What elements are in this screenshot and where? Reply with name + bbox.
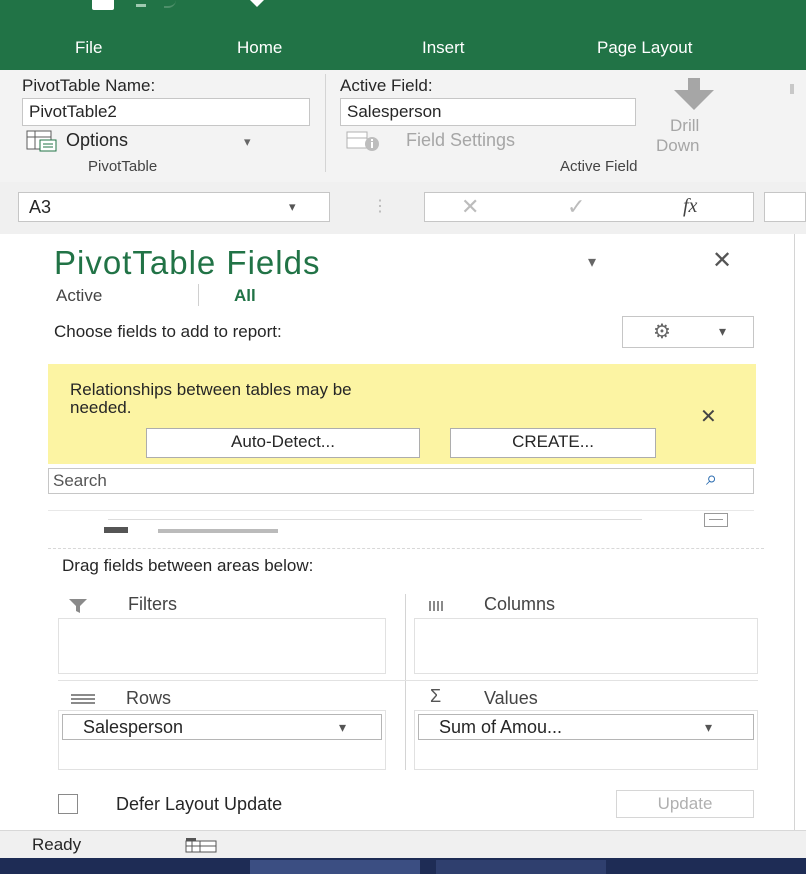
values-field-label: Sum of Amou... xyxy=(439,717,563,737)
formula-bar-grip: ⋮ xyxy=(372,198,388,215)
close-notice-icon[interactable]: ✕ xyxy=(700,404,717,429)
table-icon xyxy=(104,527,128,533)
tab-active[interactable]: Active xyxy=(56,286,102,306)
formula-input[interactable] xyxy=(764,192,806,222)
chevron-down-icon[interactable]: ▾ xyxy=(339,716,346,738)
pane-border xyxy=(794,234,795,830)
gear-icon: ⚙ xyxy=(653,321,671,343)
drill-down-line1[interactable]: Drill xyxy=(670,116,699,136)
columns-icon xyxy=(428,598,450,614)
macro-record-icon[interactable] xyxy=(184,837,220,853)
relationship-message-line1: Relationships between tables may be xyxy=(70,380,352,399)
taskbar-app[interactable] xyxy=(436,860,606,874)
field-settings-button[interactable]: Field Settings xyxy=(406,130,515,151)
pivottable-group-name: PivotTable xyxy=(88,158,158,175)
name-box[interactable]: A3 ▾ xyxy=(18,192,330,222)
filters-drop-area[interactable] xyxy=(58,618,386,674)
field-settings-icon xyxy=(344,130,382,152)
rows-icon xyxy=(70,692,96,706)
group-divider xyxy=(325,74,326,172)
areas-row-divider xyxy=(58,680,758,681)
close-pane-icon[interactable]: ✕ xyxy=(712,246,732,275)
drill-down-arrow-icon xyxy=(666,76,722,112)
taskbar-app[interactable] xyxy=(250,860,420,874)
chevron-down-icon[interactable]: ▾ xyxy=(705,716,712,738)
rows-area-label: Rows xyxy=(126,688,172,708)
relationship-notice: Relationships between tables may be need… xyxy=(48,364,756,464)
defer-layout-checkbox[interactable] xyxy=(58,794,78,814)
ribbon: PivotTable Name: PivotTable2 Options ▾ P… xyxy=(0,70,806,183)
status-ready: Ready xyxy=(32,835,82,854)
field-list-item[interactable] xyxy=(158,529,278,533)
auto-detect-button[interactable]: Auto-Detect... xyxy=(146,428,420,458)
columns-drop-area[interactable] xyxy=(414,618,758,674)
rows-field-pill[interactable]: Salesperson ▾ xyxy=(62,714,382,740)
tab-divider xyxy=(198,284,199,306)
defer-layout-label: Defer Layout Update xyxy=(116,794,283,814)
taskbar xyxy=(0,858,806,874)
drill-down-line2[interactable]: Down xyxy=(656,136,699,156)
options-button[interactable]: Options xyxy=(66,130,128,151)
search-input[interactable]: Search xyxy=(48,468,754,494)
ribbon-tab-bar: File Home Insert Page Layout xyxy=(0,0,806,70)
cancel-icon[interactable]: ✕ xyxy=(461,194,479,220)
name-box-value: A3 xyxy=(29,197,52,217)
chevron-down-icon: ▾ xyxy=(719,323,727,339)
create-button[interactable]: CREATE... xyxy=(450,428,656,458)
save-icon[interactable] xyxy=(92,0,122,12)
chevron-down-icon[interactable]: ▾ xyxy=(244,134,251,150)
tab-page-layout[interactable]: Page Layout xyxy=(597,38,692,58)
pivottable-name-input[interactable]: PivotTable2 xyxy=(22,98,310,126)
active-field-label: Active Field: xyxy=(340,76,433,95)
tab-all[interactable]: All xyxy=(234,286,256,306)
status-bar: Ready xyxy=(0,830,806,859)
filter-icon xyxy=(68,598,88,614)
drag-fields-label: Drag fields between areas below: xyxy=(62,556,314,575)
options-icon xyxy=(26,130,60,152)
choose-fields-label: Choose fields to add to report: xyxy=(54,322,282,341)
enter-icon[interactable]: ✓ xyxy=(567,194,585,220)
tools-dropdown[interactable]: ⚙ ▾ xyxy=(622,316,754,348)
ribbon-overflow-marker xyxy=(790,84,794,94)
layout-button-icon[interactable] xyxy=(704,513,728,527)
formula-buttons: ✕ ✓ fx xyxy=(424,192,754,222)
search-icon[interactable]: ⌕ xyxy=(706,468,717,491)
values-field-pill[interactable]: Sum of Amou... ▾ xyxy=(418,714,754,740)
quick-access-icons[interactable] xyxy=(128,0,268,14)
tab-home[interactable]: Home xyxy=(237,38,282,58)
update-button[interactable]: Update xyxy=(616,790,754,818)
rows-field-label: Salesperson xyxy=(83,717,184,737)
filters-area-label: Filters xyxy=(128,594,177,614)
field-list-separator xyxy=(108,519,642,520)
chevron-down-icon[interactable]: ▾ xyxy=(289,199,296,215)
pane-split-divider[interactable] xyxy=(48,548,764,549)
pane-options-chevron-icon[interactable]: ▾ xyxy=(588,252,596,272)
columns-area-label: Columns xyxy=(484,594,556,614)
pivottable-name-label: PivotTable Name: xyxy=(22,76,156,95)
tab-file[interactable]: File xyxy=(75,38,102,58)
relationship-message-line2: needed. xyxy=(70,398,132,417)
sigma-icon: Σ xyxy=(430,686,442,706)
field-list[interactable] xyxy=(48,510,754,533)
formula-bar: A3 ▾ ⋮ ✕ ✓ fx xyxy=(0,182,806,234)
active-field-input[interactable]: Salesperson xyxy=(340,98,636,126)
tab-insert[interactable]: Insert xyxy=(422,38,465,58)
active-field-group-name: Active Field xyxy=(560,158,638,175)
pane-title: PivotTable Fields xyxy=(54,244,321,281)
areas-divider xyxy=(405,594,406,770)
values-area-label: Values xyxy=(484,688,538,708)
insert-function-icon[interactable]: fx xyxy=(683,195,697,218)
